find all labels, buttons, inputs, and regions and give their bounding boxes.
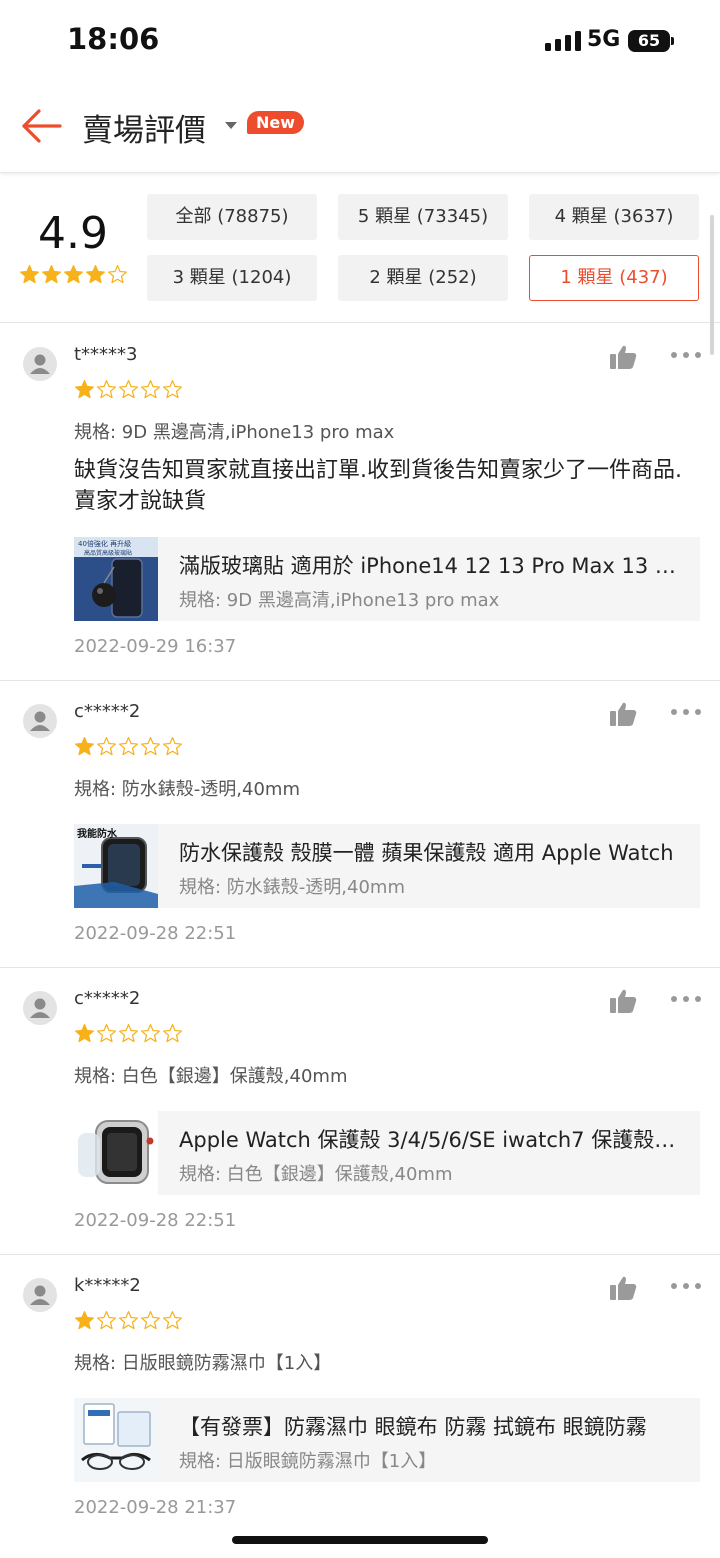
network-label: 5G	[587, 27, 621, 52]
reviewer-name: t*****3	[74, 344, 138, 365]
caret-down-icon[interactable]	[225, 122, 237, 129]
product-card[interactable]: 【有發票】防霧濕巾 眼鏡布 防霧 拭鏡布 眼鏡防霧 規格: 日版眼鏡防霧濕巾【1…	[74, 1398, 700, 1482]
product-title: 滿版玻璃貼 適用於 iPhone14 12 13 Pro Max 13 mini	[179, 554, 679, 578]
thumbnail-caption-sub: 高品質高級玻璃貼	[84, 550, 133, 557]
avatar[interactable]	[23, 991, 57, 1025]
product-spec: 規格: 日版眼鏡防霧濕巾【1入】	[179, 1451, 437, 1472]
star-empty-icon	[162, 1023, 183, 1044]
more-options-icon[interactable]	[671, 1283, 701, 1291]
status-time: 18:06	[67, 22, 160, 56]
star-empty-icon	[140, 1310, 161, 1331]
review-spec: 規格: 9D 黑邊高清,iPhone13 pro max	[74, 422, 395, 443]
review-stars	[74, 1023, 184, 1048]
reviewer-name: c*****2	[74, 701, 141, 722]
thumbs-up-icon[interactable]	[609, 1275, 637, 1301]
avatar[interactable]	[23, 704, 57, 738]
battery-tip	[671, 37, 674, 45]
product-spec: 規格: 防水錶殼-透明,40mm	[179, 877, 405, 898]
more-options-icon[interactable]	[671, 996, 701, 1004]
thumbs-up-icon[interactable]	[609, 701, 637, 727]
review-item: c*****2 規格: 白色【銀邊】保護殼,40mm Apple Watch 保…	[0, 967, 720, 1255]
product-title: Apple Watch 保護殼 3/4/5/6/SE iwatch7 保護殼 錶…	[179, 1128, 679, 1152]
filter-5-star[interactable]: 5 顆星 (73345)	[338, 194, 508, 240]
star-filled-icon	[74, 1023, 95, 1044]
product-title: 【有發票】防霧濕巾 眼鏡布 防霧 拭鏡布 眼鏡防霧	[179, 1415, 647, 1439]
star-empty-icon	[140, 379, 161, 400]
review-stars	[74, 379, 184, 404]
product-thumbnail	[74, 1398, 158, 1482]
review-date: 2022-09-28 21:37	[74, 1497, 237, 1518]
filter-4-star[interactable]: 4 顆星 (3637)	[529, 194, 699, 240]
star-filled-icon	[63, 264, 84, 285]
star-empty-icon	[118, 1310, 139, 1331]
battery-icon: 65	[628, 30, 670, 52]
star-empty-icon	[96, 379, 117, 400]
star-empty-icon	[162, 736, 183, 757]
star-empty-icon	[118, 1023, 139, 1044]
star-empty-icon	[162, 1310, 183, 1331]
review-stars	[74, 1310, 184, 1335]
star-empty-icon	[140, 736, 161, 757]
review-date: 2022-09-29 16:37	[74, 636, 237, 657]
average-rating: 4.9	[38, 208, 108, 259]
filter-1-star[interactable]: 1 顆星 (437)	[529, 255, 699, 301]
star-filled-icon	[74, 379, 95, 400]
star-empty-icon	[107, 264, 128, 285]
thumbs-up-icon[interactable]	[609, 344, 637, 370]
signal-icon	[545, 31, 581, 51]
home-indicator	[232, 1536, 488, 1544]
star-filled-icon	[74, 736, 95, 757]
average-stars	[19, 264, 129, 289]
review-item: k*****2 規格: 日版眼鏡防霧濕巾【1入】 【有發票】防霧濕巾 眼鏡布 防…	[0, 1254, 720, 1558]
review-spec: 規格: 日版眼鏡防霧濕巾【1入】	[74, 1353, 332, 1374]
status-bar: 18:06 5G 65	[0, 0, 720, 84]
review-spec: 規格: 防水錶殼-透明,40mm	[74, 779, 300, 800]
filter-all[interactable]: 全部 (78875)	[147, 194, 317, 240]
avatar[interactable]	[23, 1278, 57, 1312]
star-filled-icon	[41, 264, 62, 285]
back-arrow-icon[interactable]	[20, 104, 64, 148]
review-stars	[74, 736, 184, 761]
star-filled-icon	[19, 264, 40, 285]
star-filled-icon	[85, 264, 106, 285]
product-thumbnail: 我能防水	[74, 824, 158, 908]
rating-summary: 4.9 全部 (78875) 5 顆星 (73345) 4 顆星 (3637) …	[0, 172, 720, 323]
avatar[interactable]	[23, 347, 57, 381]
review-item: c*****2 規格: 防水錶殼-透明,40mm 我能防水 防水保護殼 殼膜一體…	[0, 680, 720, 968]
product-spec: 規格: 9D 黑邊高清,iPhone13 pro max	[179, 590, 500, 611]
product-spec: 規格: 白色【銀邊】保護殼,40mm	[179, 1164, 453, 1185]
star-empty-icon	[96, 1310, 117, 1331]
review-date: 2022-09-28 22:51	[74, 1210, 237, 1231]
new-badge: New	[247, 111, 305, 134]
product-card[interactable]: 我能防水 防水保護殼 殼膜一體 蘋果保護殼 適用 Apple Watch 規格:…	[74, 824, 700, 908]
review-date: 2022-09-28 22:51	[74, 923, 237, 944]
filter-2-star[interactable]: 2 顆星 (252)	[338, 255, 508, 301]
more-options-icon[interactable]	[671, 352, 701, 360]
star-filled-icon	[74, 1310, 95, 1331]
thumbnail-caption: 我能防水	[77, 829, 117, 840]
app-header: 賣場評價 New	[0, 84, 720, 173]
product-thumbnail	[74, 1111, 158, 1195]
star-empty-icon	[140, 1023, 161, 1044]
star-empty-icon	[96, 1023, 117, 1044]
star-empty-icon	[118, 379, 139, 400]
page-title[interactable]: 賣場評價	[82, 105, 206, 150]
filter-3-star[interactable]: 3 顆星 (1204)	[147, 255, 317, 301]
product-thumbnail: 40倍強化 再升級 高品質高級玻璃貼	[74, 537, 158, 621]
review-spec: 規格: 白色【銀邊】保護殼,40mm	[74, 1066, 348, 1087]
more-options-icon[interactable]	[671, 709, 701, 717]
star-empty-icon	[96, 736, 117, 757]
star-empty-icon	[118, 736, 139, 757]
star-empty-icon	[162, 379, 183, 400]
review-item: t*****3 規格: 9D 黑邊高清,iPhone13 pro max 缺貨沒…	[0, 323, 720, 681]
product-title: 防水保護殼 殼膜一體 蘋果保護殼 適用 Apple Watch	[179, 841, 674, 865]
review-comment: 缺貨沒告知買家就直接出訂單.收到貨後告知賣家少了一件商品.賣家才說缺貨	[74, 458, 682, 514]
product-card[interactable]: 40倍強化 再升級 高品質高級玻璃貼 滿版玻璃貼 適用於 iPhone14 12…	[74, 537, 700, 621]
product-card[interactable]: Apple Watch 保護殼 3/4/5/6/SE iwatch7 保護殼 錶…	[74, 1111, 700, 1195]
reviewer-name: k*****2	[74, 1275, 141, 1296]
reviewer-name: c*****2	[74, 988, 141, 1009]
thumbs-up-icon[interactable]	[609, 988, 637, 1014]
